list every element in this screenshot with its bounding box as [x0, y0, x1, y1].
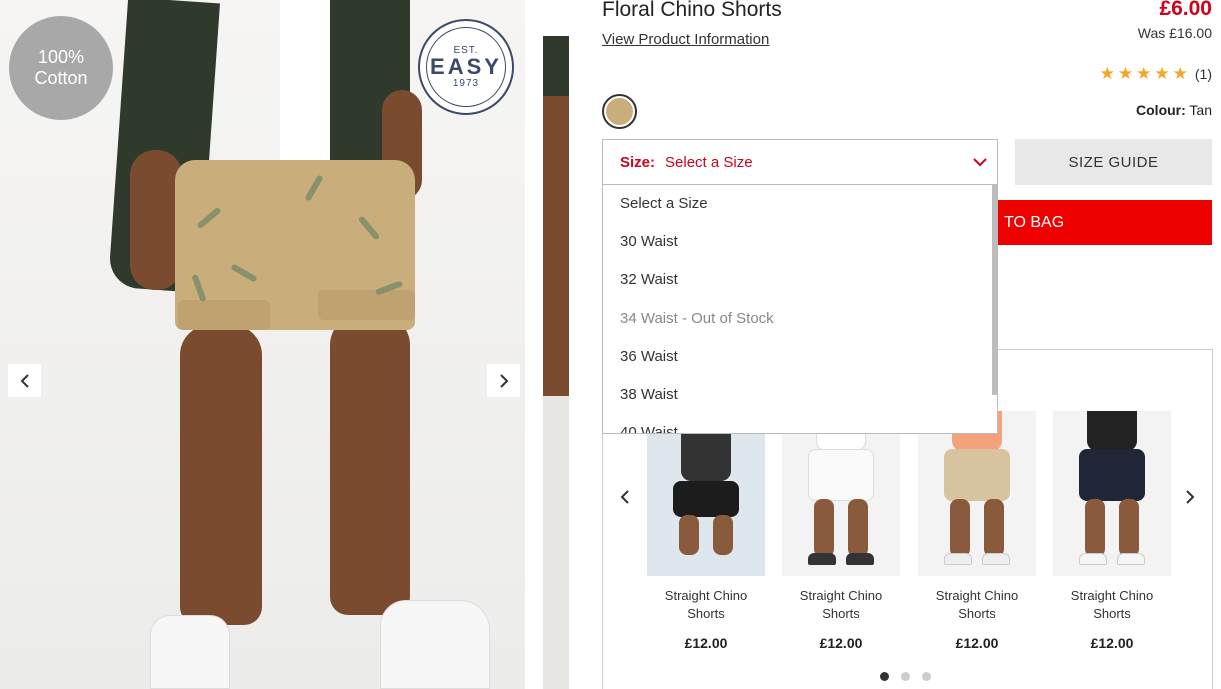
gallery-prev-button[interactable] [8, 364, 41, 397]
product-title: Floral Chino Shorts [602, 0, 782, 21]
rec-card[interactable]: Straight Chino Shorts £12.00 [782, 411, 900, 651]
size-select-label: Size: [620, 153, 656, 171]
size-select-value: Select a Size [665, 153, 753, 171]
star-icon: ★ [1099, 64, 1115, 83]
rating[interactable]: ★ ★ ★ ★ ★ (1) [1100, 65, 1212, 82]
shorts-cuff-left [178, 300, 270, 330]
rec-name: Straight Chino Shorts [1070, 588, 1154, 621]
rec-figure-leg [984, 499, 1004, 557]
rec-figure-shorts [944, 449, 1010, 501]
rec-image [647, 411, 765, 576]
rec-figure-shoe [1117, 553, 1145, 565]
rec-figure-leg [1085, 499, 1105, 557]
rec-image [782, 411, 900, 576]
carousel-pagination [880, 672, 931, 681]
size-option[interactable]: 32 Waist [603, 261, 997, 299]
peek-arm [543, 96, 569, 396]
star-icon: ★ [1117, 64, 1134, 83]
gallery-next-button[interactable] [487, 364, 520, 397]
cotton-badge: 100% Cotton [9, 16, 113, 120]
colour-label: Colour: [1136, 102, 1186, 118]
size-select[interactable]: Size: Select a Size [602, 139, 998, 185]
rec-card[interactable]: Straight Chino Shorts £12.00 [647, 411, 765, 651]
size-dropdown-list[interactable]: Select a Size 30 Waist 32 Waist 34 Waist… [602, 185, 998, 434]
easy-badge-word: EASY [430, 54, 502, 79]
rec-figure-shoe [846, 553, 874, 565]
rec-figure-leg [1119, 499, 1139, 557]
rec-image [1053, 411, 1171, 576]
next-image-peek[interactable] [543, 36, 569, 689]
rec-figure-leg [814, 499, 834, 557]
size-option[interactable]: 36 Waist [603, 338, 997, 376]
rec-figure-shorts [673, 481, 739, 517]
rec-figure-shirt [1087, 411, 1137, 451]
rec-name: Straight Chino Shorts [664, 588, 748, 621]
model-leg-right [330, 315, 410, 615]
rec-figure-shoe [982, 553, 1010, 565]
add-to-bag-button[interactable]: TO BAG [998, 200, 1212, 245]
rec-figure-shoe [808, 553, 836, 565]
chevron-down-icon [973, 158, 987, 167]
current-price: £6.00 [1159, 0, 1212, 20]
size-guide-button[interactable]: SIZE GUIDE [1015, 139, 1212, 185]
chevron-left-icon [620, 490, 629, 504]
rec-card[interactable]: Straight Chino Shorts £12.00 [918, 411, 1036, 651]
rec-card[interactable]: Straight Chino Shorts £12.00 [1053, 411, 1171, 651]
recs-next-button[interactable] [1180, 486, 1200, 508]
dropdown-scrollbar[interactable] [992, 185, 997, 395]
cotton-badge-line1: 100% [37, 47, 85, 67]
carousel-dot[interactable] [880, 672, 889, 681]
rec-image [918, 411, 1036, 576]
size-option-out-of-stock[interactable]: 34 Waist - Out of Stock [603, 300, 997, 338]
colour-display: Colour: Tan [1136, 102, 1212, 118]
cotton-badge-line2: Cotton [34, 68, 88, 88]
easy-badge-year: 1973 [452, 78, 480, 89]
easy-brand-badge: EST. EASY 1973 [418, 19, 514, 115]
model-shoe-right [380, 600, 490, 689]
rec-price: £12.00 [1090, 635, 1134, 651]
carousel-dot[interactable] [922, 672, 931, 681]
size-option[interactable]: 30 Waist [603, 223, 997, 261]
carousel-dot[interactable] [901, 672, 910, 681]
model-leg-left [180, 325, 262, 625]
star-icon: ★ [1136, 64, 1152, 83]
rec-figure-leg [713, 515, 733, 555]
rec-name: Straight Chino Shorts [799, 588, 883, 621]
swatch-fill [606, 98, 633, 125]
rec-figure-shorts [808, 449, 874, 501]
rec-price: £12.00 [684, 635, 728, 651]
rec-figure-shorts [1079, 449, 1145, 501]
chevron-right-icon [499, 373, 508, 388]
rec-name: Straight Chino Shorts [935, 588, 1019, 621]
easy-badge-inner: EST. EASY 1973 [426, 27, 506, 107]
size-option[interactable]: 40 Waist [603, 414, 997, 433]
main-product-image[interactable]: 100% Cotton EST. EASY 1973 [0, 0, 525, 689]
model-shoe-left [150, 615, 230, 689]
star-icon: ★ [1154, 64, 1170, 83]
colour-swatch-tan[interactable] [602, 94, 637, 129]
peek-shirt [543, 36, 569, 96]
size-option[interactable]: Select a Size [603, 185, 997, 223]
was-price: Was £16.00 [1137, 25, 1212, 41]
rec-figure-shoe [1079, 553, 1107, 565]
rating-count: (1) [1194, 65, 1212, 82]
rec-figure-shoe [944, 553, 972, 565]
chevron-right-icon [1186, 490, 1195, 504]
size-option[interactable]: 38 Waist [603, 376, 997, 414]
shorts-cuff-right [318, 290, 415, 320]
rec-figure-leg [679, 515, 699, 555]
chevron-left-icon [20, 373, 29, 388]
star-icon: ★ [1172, 64, 1188, 83]
rec-figure-leg [950, 499, 970, 557]
colour-value: Tan [1189, 102, 1212, 118]
rec-price: £12.00 [955, 635, 999, 651]
rec-figure-leg [848, 499, 868, 557]
rec-price: £12.00 [819, 635, 863, 651]
recs-prev-button[interactable] [615, 486, 635, 508]
view-product-info-link[interactable]: View Product Information [602, 31, 769, 48]
